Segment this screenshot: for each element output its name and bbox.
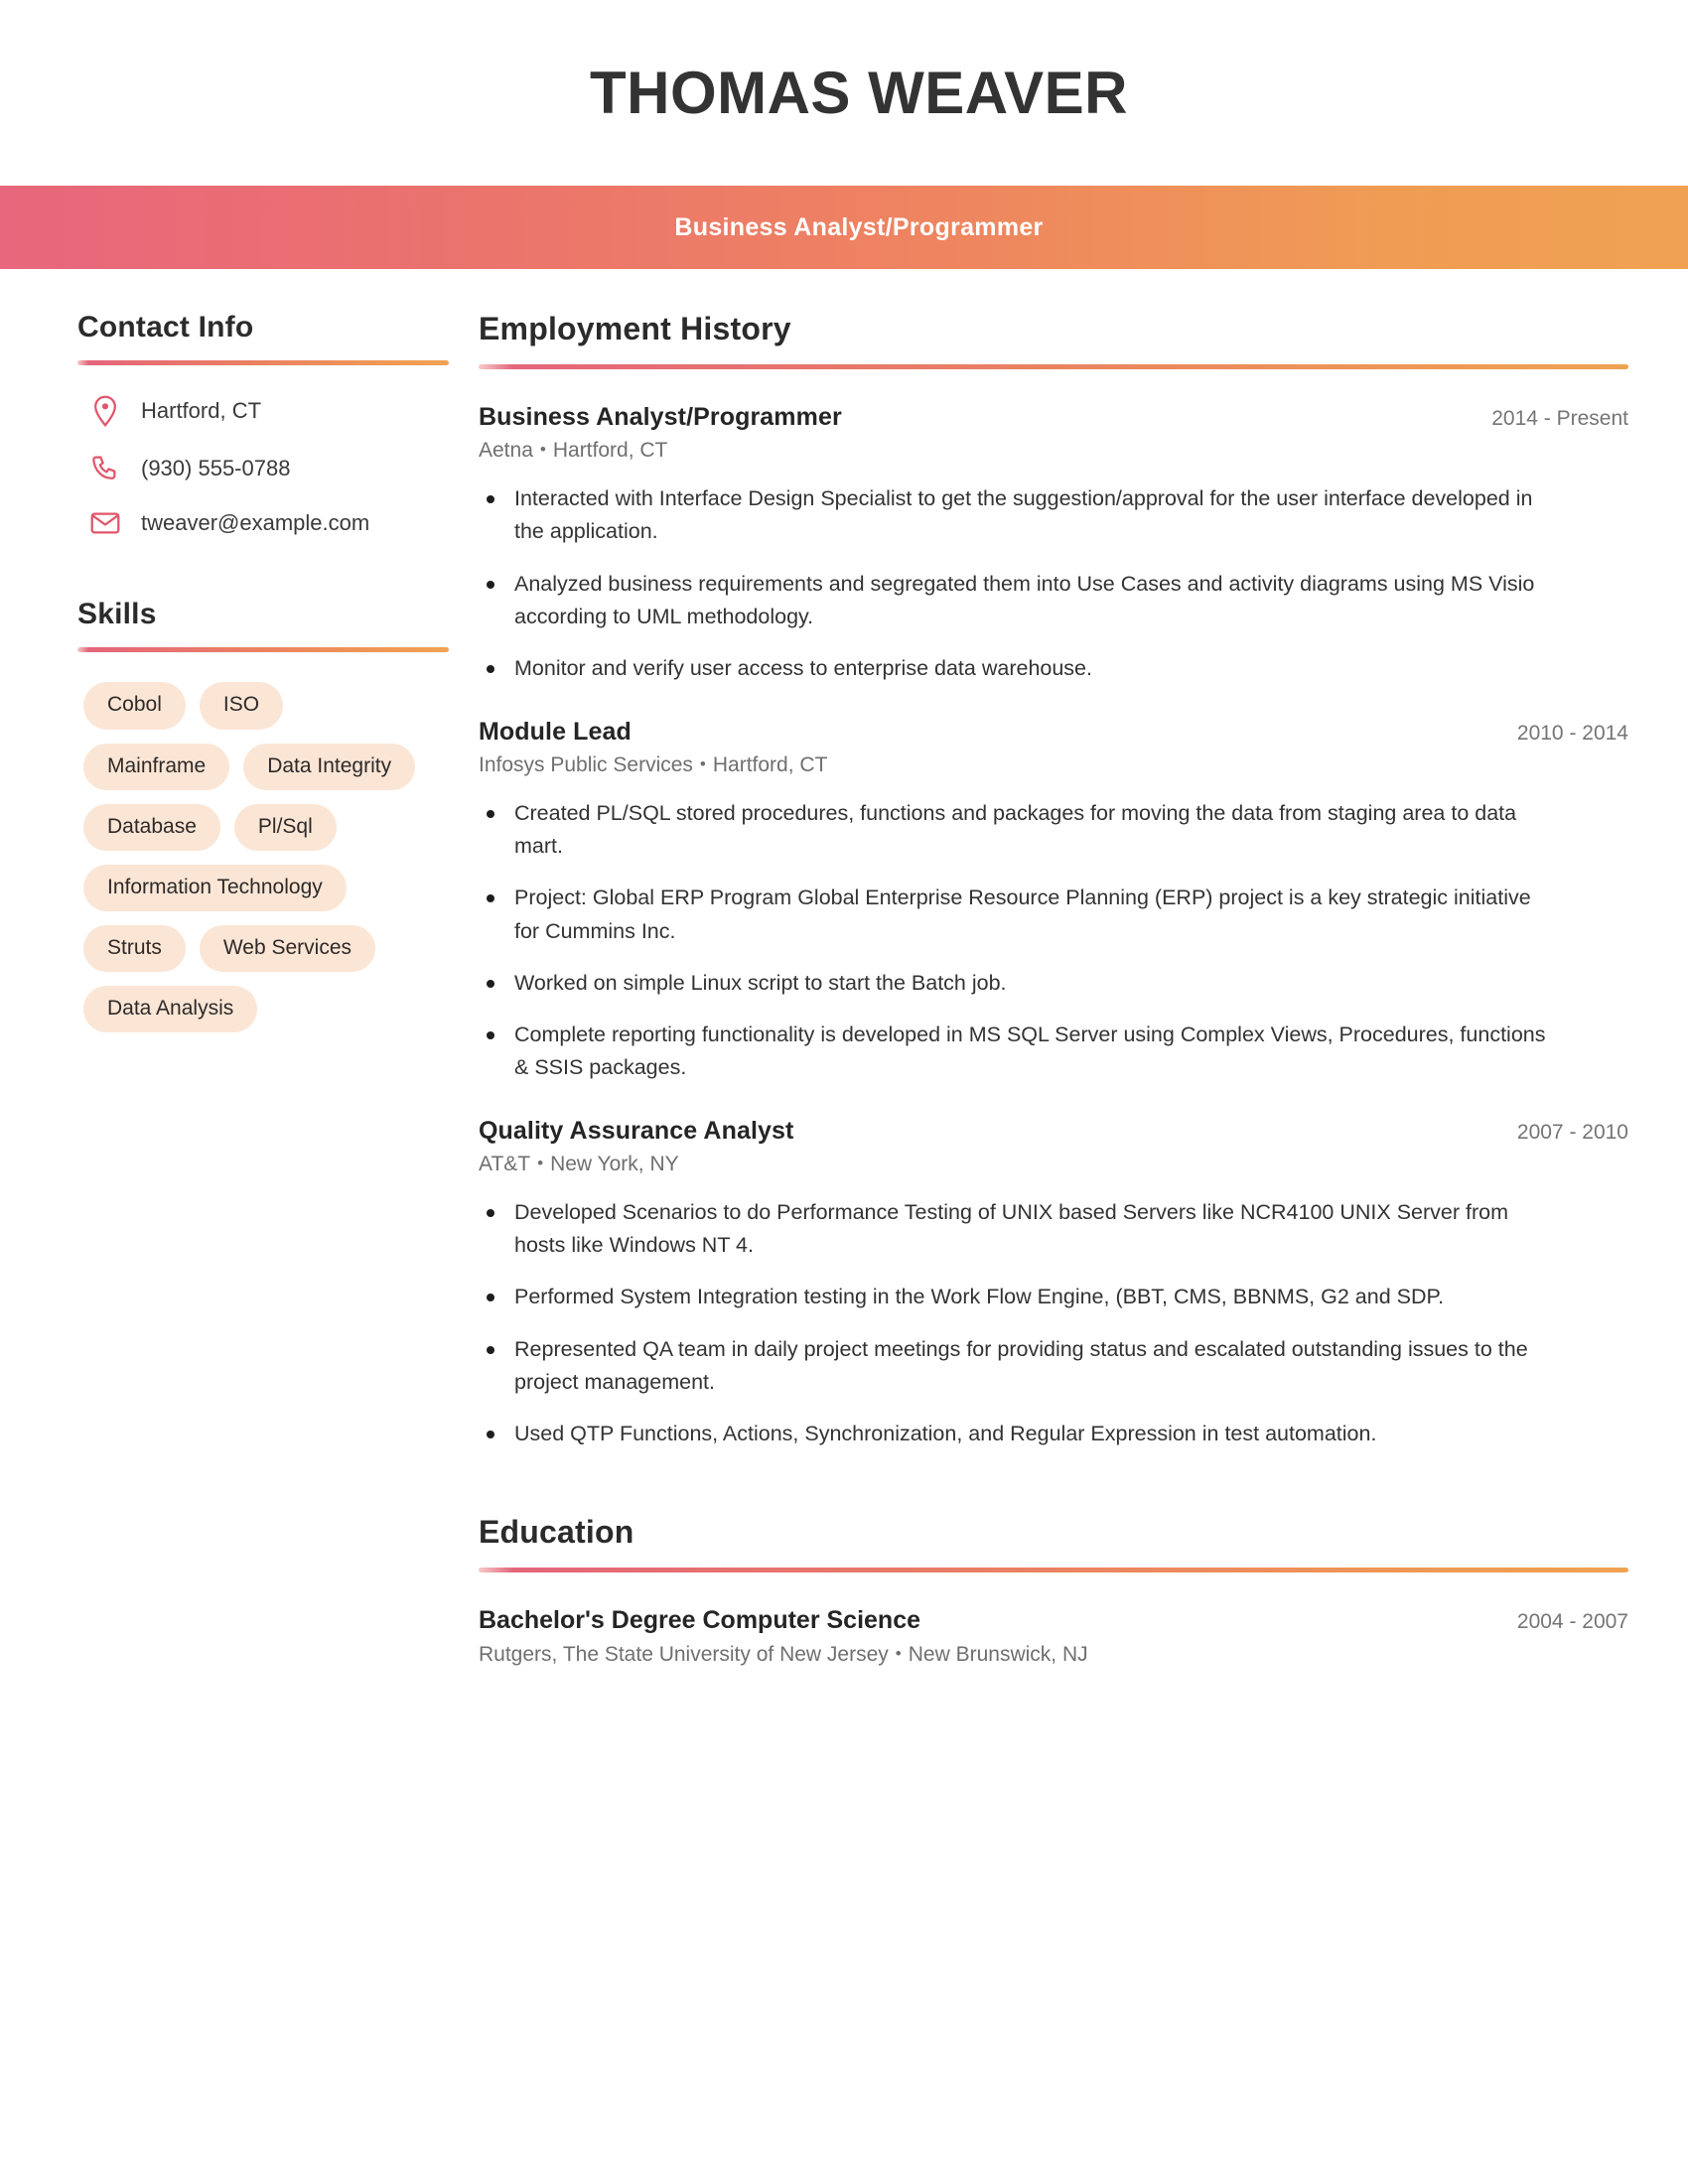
skills-list: Cobol ISO Mainframe Data Integrity Datab… [77,682,431,1033]
education-location: New Brunswick, NJ [908,1642,1088,1666]
contact-value-phone: (930) 555-0788 [141,455,291,480]
employment-divider [479,364,1628,369]
job-company: Aetna [479,439,533,462]
contact-info-section: Contact Info Hartford, CT (930) 555-0788… [77,311,449,536]
job-bullet-list: Interacted with Interface Design Special… [479,482,1628,686]
employment-history-section: Employment History Business Analyst/Prog… [479,311,1628,1451]
job-bullet: Represented QA team in daily project mee… [479,1333,1547,1400]
job-title: Business Analyst/Programmer [674,212,1044,241]
job-entry: Quality Assurance Analyst 2007 - 2010 AT… [479,1117,1628,1451]
education-header-row: Bachelor's Degree Computer Science 2004 … [479,1606,1628,1635]
resume-body: Contact Info Hartford, CT (930) 555-0788… [0,269,1688,1677]
education-heading: Education [479,1513,634,1550]
job-bullet: Interacted with Interface Design Special… [479,482,1547,549]
job-meta: Aetna • Hartford, CT [479,439,1628,463]
skill-pill: Pl/Sql [233,803,337,851]
job-bullet: Used QTP Functions, Actions, Synchroniza… [479,1418,1547,1450]
job-position: Business Analyst/Programmer [479,403,842,431]
skills-section: Skills Cobol ISO Mainframe Data Integrit… [77,598,449,1033]
job-location: New York, NY [550,1152,679,1175]
job-bullet: Developed Scenarios to do Performance Te… [479,1196,1547,1263]
meta-separator: • [699,753,706,773]
name-area: THOMAS WEAVER [0,0,1688,186]
education-meta: Rutgers, The State University of New Jer… [479,1643,1628,1667]
contact-divider [77,360,449,365]
job-dates: 2014 - Present [1491,407,1628,430]
education-degree: Bachelor's Degree Computer Science [479,1605,920,1634]
meta-separator: • [537,1153,544,1172]
envelope-icon [87,511,123,535]
contact-item-email: tweaver@example.com [77,510,449,536]
contact-item-location: Hartford, CT [77,395,449,427]
skill-pill: Information Technology [83,864,347,911]
skill-pill: Data Analysis [83,986,258,1033]
job-entry: Module Lead 2010 - 2014 Infosys Public S… [479,718,1628,1085]
job-position: Module Lead [479,717,632,746]
sidebar: Contact Info Hartford, CT (930) 555-0788… [0,311,467,1033]
contact-item-phone: (930) 555-0788 [77,455,449,482]
job-title-band: Business Analyst/Programmer [0,186,1688,269]
job-bullet: Worked on simple Linux script to start t… [479,967,1547,1000]
job-header-row: Quality Assurance Analyst 2007 - 2010 [479,1117,1628,1146]
skill-pill: Data Integrity [243,743,416,790]
skills-divider [77,647,449,653]
resume-header: THOMAS WEAVER Business Analyst/Programme… [0,0,1688,269]
job-header-row: Business Analyst/Programmer 2014 - Prese… [479,403,1628,432]
main-column: Employment History Business Analyst/Prog… [467,311,1688,1677]
skill-pill: Web Services [199,924,376,973]
skill-pill: Struts [83,924,186,973]
meta-separator: • [895,1643,902,1663]
job-dates: 2010 - 2014 [1516,721,1628,745]
education-divider [479,1567,1628,1572]
contact-list: Hartford, CT (930) 555-0788 tweaver@exam… [77,395,449,536]
job-company: AT&T [479,1152,531,1175]
contact-value-location: Hartford, CT [141,397,262,423]
skills-heading: Skills [77,598,157,631]
page-title: THOMAS WEAVER [589,60,1129,126]
contact-value-email: tweaver@example.com [141,510,370,535]
skill-pill: Mainframe [83,743,230,790]
education-section: Education Bachelor's Degree Computer Sci… [479,1514,1628,1667]
education-entry: Bachelor's Degree Computer Science 2004 … [479,1606,1628,1667]
job-dates: 2007 - 2010 [1516,1120,1628,1144]
contact-info-heading: Contact Info [77,311,254,343]
meta-separator: • [539,440,546,459]
job-header-row: Module Lead 2010 - 2014 [479,718,1628,747]
job-entry: Business Analyst/Programmer 2014 - Prese… [479,403,1628,686]
job-bullet: Monitor and verify user access to enterp… [479,652,1547,685]
skill-pill: Cobol [83,682,186,730]
job-meta: Infosys Public Services • Hartford, CT [479,753,1628,777]
skill-pill: ISO [199,682,284,730]
phone-icon [87,455,123,482]
employment-history-heading: Employment History [479,311,791,346]
location-pin-icon [87,395,123,427]
skill-pill: Database [83,803,220,851]
job-bullet: Complete reporting functionality is deve… [479,1019,1547,1085]
job-bullet: Analyzed business requirements and segre… [479,568,1547,634]
job-location: Hartford, CT [712,752,828,776]
job-company: Infosys Public Services [479,752,693,776]
job-bullet: Performed System Integration testing in … [479,1281,1547,1313]
education-dates: 2004 - 2007 [1516,1609,1628,1633]
job-location: Hartford, CT [552,439,668,462]
job-position: Quality Assurance Analyst [479,1116,794,1145]
job-bullet: Created PL/SQL stored procedures, functi… [479,797,1547,864]
job-meta: AT&T • New York, NY [479,1153,1628,1176]
job-bullet: Project: Global ERP Program Global Enter… [479,882,1547,948]
job-bullet-list: Developed Scenarios to do Performance Te… [479,1196,1628,1451]
education-school: Rutgers, The State University of New Jer… [479,1642,889,1666]
job-bullet-list: Created PL/SQL stored procedures, functi… [479,797,1628,1085]
